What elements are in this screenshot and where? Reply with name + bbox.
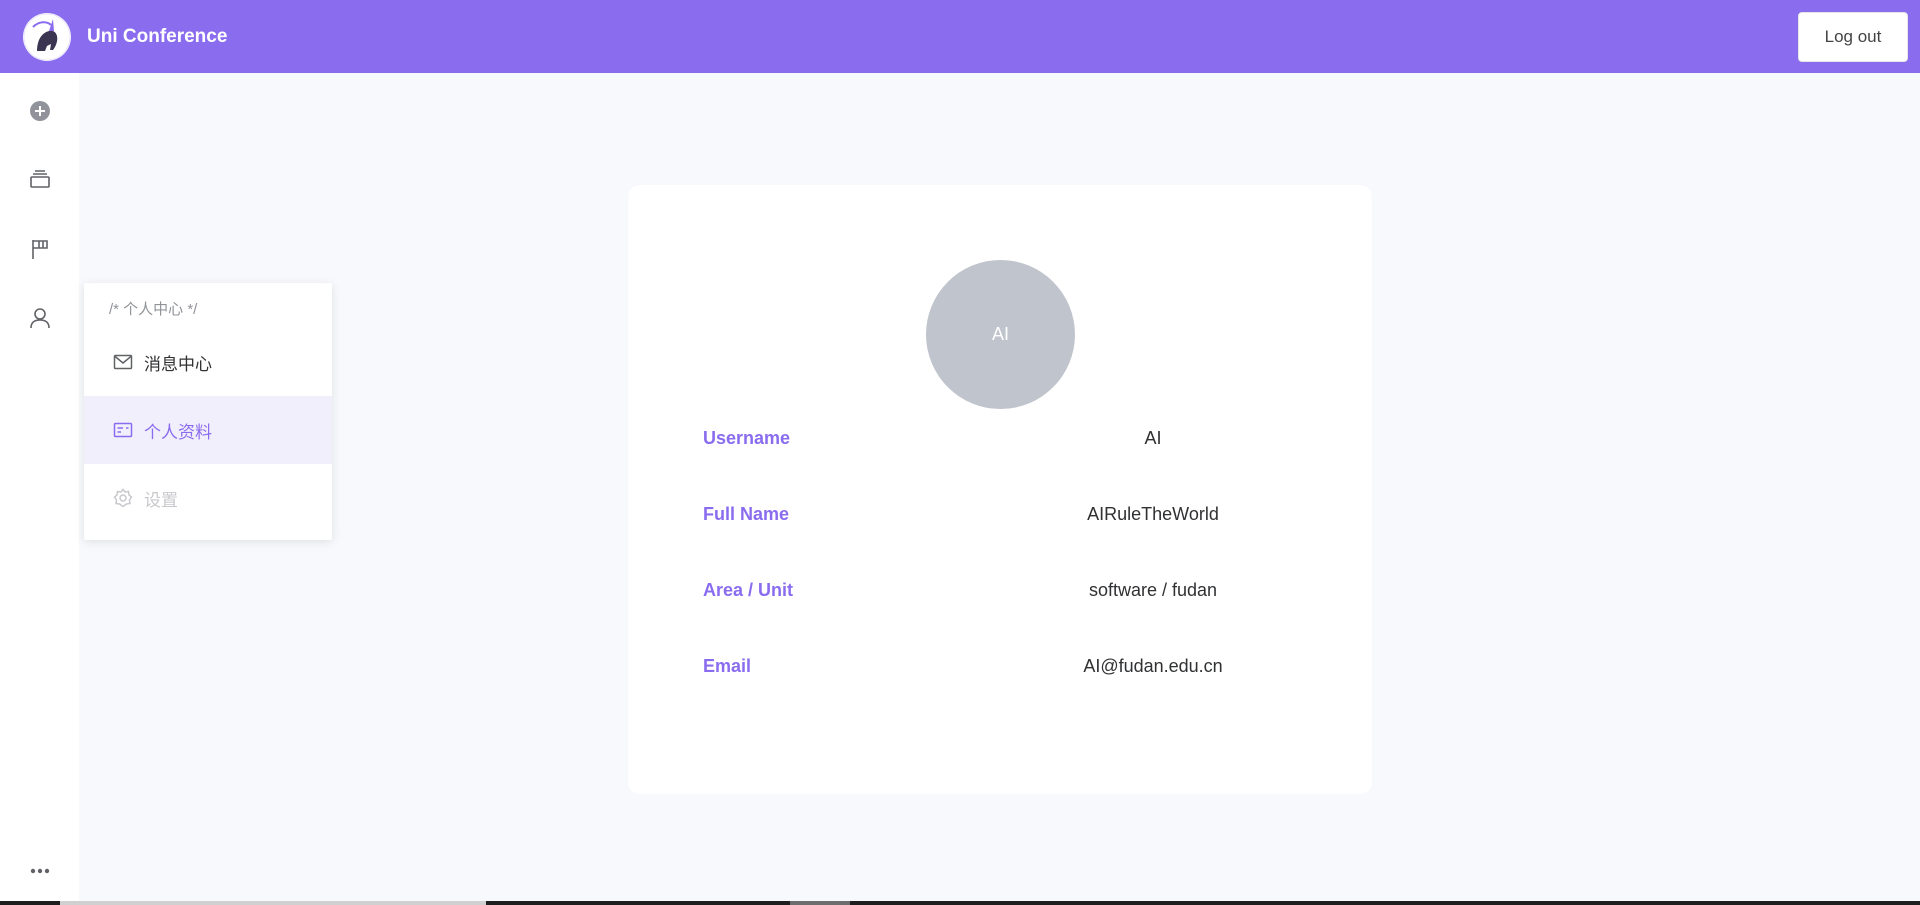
profile-row-full-name: Full Name AIRuleTheWorld [703, 499, 1303, 529]
avatar: AI [926, 260, 1075, 409]
more-icon[interactable] [24, 855, 55, 886]
bottom-edge-segment [60, 901, 486, 905]
id-card-icon [113, 420, 133, 440]
menu-item-settings[interactable]: 设置 [84, 464, 332, 532]
field-value: software / fudan [1088, 580, 1218, 600]
field-value: AI@fudan.edu.cn [1083, 656, 1223, 676]
menu-item-label: 个人资料 [144, 422, 212, 442]
submenu-group-title: /* 个人中心 */ [109, 301, 198, 318]
field-label: Full Name [703, 504, 790, 524]
menu-item-label: 消息中心 [144, 354, 212, 374]
bottom-edge [0, 901, 1920, 905]
bottom-edge-segment [790, 901, 850, 905]
left-sidebar [0, 73, 79, 905]
profile-row-email: Email AI@fudan.edu.cn [703, 651, 1303, 681]
app-title: Uni Conference [87, 26, 228, 47]
user-icon[interactable] [24, 302, 55, 333]
top-header: Uni Conference Log out [0, 0, 1920, 73]
menu-item-label: 设置 [144, 490, 178, 510]
app-logo[interactable] [23, 13, 71, 61]
field-value: AI [1144, 428, 1162, 448]
field-label: Email [703, 656, 752, 676]
flag-icon[interactable] [24, 233, 55, 264]
add-circle-icon[interactable] [24, 95, 55, 126]
logout-button[interactable]: Log out [1798, 12, 1908, 62]
field-value: AIRuleTheWorld [1087, 504, 1219, 524]
menu-item-message-center[interactable]: 消息中心 [84, 328, 332, 396]
profile-row-username: Username AI [703, 423, 1303, 453]
stack-icon[interactable] [24, 163, 55, 194]
profile-card: AI Username AI Full Name AIRuleTheWorld … [628, 185, 1372, 794]
field-label: Username [703, 428, 791, 448]
personal-center-menu: /* 个人中心 */ 消息中心 个人资料 设置 [84, 283, 332, 540]
mail-icon [113, 352, 133, 372]
field-label: Area / Unit [703, 580, 794, 600]
gear-icon [113, 488, 133, 508]
profile-row-area-unit: Area / Unit software / fudan [703, 575, 1303, 605]
menu-item-profile[interactable]: 个人资料 [84, 396, 332, 464]
